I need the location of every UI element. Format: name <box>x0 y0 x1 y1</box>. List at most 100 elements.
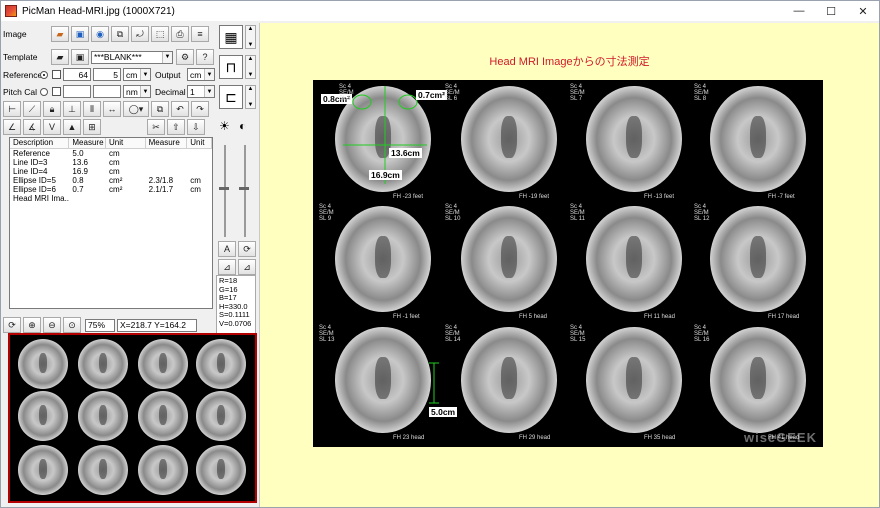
table-row[interactable]: Line ID=3 13.6 cm <box>10 158 212 167</box>
ruler-vertical-icon[interactable]: ⊏ <box>219 85 243 109</box>
fh-label: FH -1 feet <box>393 314 420 320</box>
slice-label: Sc 4 SE/M SL 5 <box>339 84 354 102</box>
ruler-h-spinner[interactable]: ▲ ▼ <box>245 55 256 79</box>
table-cell: cm² <box>109 185 123 194</box>
minimize-button[interactable]: — <box>783 1 815 21</box>
contrast-slider[interactable] <box>244 145 246 237</box>
move-down-icon[interactable]: ⇩ <box>187 119 205 135</box>
template-save-icon[interactable]: ▣ <box>71 49 89 65</box>
table-row[interactable]: Ellipse ID=5 0.8 cm² 2.3/1.8 cm <box>10 176 212 185</box>
vertical-measure-icon[interactable]: V <box>43 119 61 135</box>
text-tool-icon[interactable]: A <box>218 241 236 257</box>
picman-window: PicMan Head-MRI.jpg (1000X721) — ☐ ✕ Ima… <box>0 0 880 508</box>
color-pick2-icon[interactable]: ⊿ <box>238 259 256 275</box>
thumbnail-preview[interactable] <box>8 333 257 503</box>
grid-icon[interactable]: ▦ <box>219 25 243 49</box>
pitchcal-row: Pitch Cal nm ▼ Decimal 1 ▼ <box>3 85 215 98</box>
reference-checkbox[interactable] <box>52 70 61 79</box>
chevron-down-icon: ▼ <box>140 69 150 80</box>
reference-pixels-field[interactable]: 64 <box>63 68 91 81</box>
decimal-select[interactable]: 1 ▼ <box>187 85 215 98</box>
resize-icon[interactable]: ⬚ <box>151 26 169 42</box>
zoom-in-icon[interactable]: ⊕ <box>23 317 41 333</box>
pitchcal-unit-select[interactable]: nm ▼ <box>123 85 151 98</box>
layers-icon[interactable]: ≡ <box>191 26 209 42</box>
move-up-icon[interactable]: ⇧ <box>167 119 185 135</box>
copy-image-icon[interactable]: ⧉ <box>111 26 129 42</box>
ruler-v-spinner[interactable]: ▲ ▼ <box>245 85 256 109</box>
col-measure-2[interactable]: Measure <box>146 138 188 148</box>
polyline-icon[interactable]: ⟋ <box>23 101 41 117</box>
refresh-icon[interactable]: ⟳ <box>238 241 256 257</box>
measurement-list[interactable]: Description Measure Unit Measure Unit Re… <box>9 137 213 309</box>
save-icon[interactable]: ▣ <box>71 26 89 42</box>
open-folder-icon[interactable]: ▰ <box>51 26 69 42</box>
lock-icon[interactable]: 🔒︎ <box>43 101 61 117</box>
output-unit-select[interactable]: cm ▼ <box>187 68 215 81</box>
rotate-icon[interactable]: ⤾ <box>131 26 149 42</box>
zoom-fit-icon[interactable]: ⊙ <box>63 317 81 333</box>
close-button[interactable]: ✕ <box>847 1 879 21</box>
ellipse-tool-icon[interactable]: ◯▾ <box>123 101 149 117</box>
col-measure[interactable]: Measure <box>69 138 107 148</box>
print-icon[interactable]: ⎙ <box>171 26 189 42</box>
ellipse-6[interactable] <box>398 94 418 110</box>
window-controls: — ☐ ✕ <box>783 1 879 21</box>
reference-length-field[interactable]: 5 <box>93 68 121 81</box>
contrast-icon[interactable]: ◐ <box>239 119 246 133</box>
line-measure-icon[interactable]: ⊢ <box>3 101 21 117</box>
help-icon[interactable]: ? <box>196 49 214 65</box>
table-row[interactable]: Head MRI Ima... <box>10 194 212 203</box>
parallel-icon[interactable]: ⫴ <box>83 101 101 117</box>
table-cell <box>146 158 188 167</box>
area-icon[interactable]: ▲ <box>63 119 81 135</box>
table-row[interactable]: Line ID=4 16.9 cm <box>10 167 212 176</box>
zoom-field[interactable]: 75% <box>85 318 115 332</box>
angle-icon[interactable]: ∠ <box>3 119 21 135</box>
ellipse-5[interactable] <box>352 94 372 110</box>
reference-radio[interactable] <box>40 70 48 79</box>
brightness-slider[interactable] <box>224 145 226 237</box>
reference-row: Reference 64 5 cm ▼ Output cm ▼ <box>3 68 215 81</box>
refresh-view-icon[interactable]: ⟳ <box>3 317 21 333</box>
camera-icon[interactable]: ◉ <box>91 26 109 42</box>
fh-label: FH -19 feet <box>519 194 550 200</box>
table-row[interactable]: Ellipse ID=6 0.7 cm² 2.1/1.7 cm <box>10 185 212 194</box>
template-select[interactable]: ***BLANK*** ▼ <box>91 50 173 64</box>
col-description[interactable]: Description <box>10 138 70 148</box>
pitchcal-checkbox[interactable] <box>52 87 61 96</box>
redo-icon[interactable]: ↷ <box>191 101 209 117</box>
brightness-icon[interactable]: ☀ <box>219 119 230 133</box>
pitchcal-value-field[interactable] <box>63 85 91 98</box>
grid-measure-icon[interactable]: ⊞ <box>83 119 101 135</box>
slice-label: Sc 4 SE/M SL 7 <box>570 84 585 102</box>
angle2-icon[interactable]: ∡ <box>23 119 41 135</box>
color-pick-icon[interactable]: ⊿ <box>218 259 236 275</box>
grid-spinner[interactable]: ▲ ▼ <box>245 25 256 49</box>
col-unit-2[interactable]: Unit <box>187 138 212 148</box>
scissors-icon[interactable]: ✂ <box>147 119 165 135</box>
pixel-v: V=0.0706 <box>219 318 252 328</box>
distance-icon[interactable]: ↔ <box>103 101 121 117</box>
thumbnail-slice <box>138 445 188 495</box>
contrast-slider-thumb[interactable] <box>239 187 249 190</box>
pitchcal-radio[interactable] <box>40 87 48 96</box>
undo-icon[interactable]: ↶ <box>171 101 189 117</box>
table-row[interactable]: Reference 5.0 cm <box>10 149 212 158</box>
template-open-icon[interactable]: ▰ <box>51 49 69 65</box>
reference-unit-select[interactable]: cm ▼ <box>123 68 151 81</box>
maximize-button[interactable]: ☐ <box>815 1 847 21</box>
settings-gear-icon[interactable]: ⚙ <box>176 49 194 65</box>
mri-image[interactable]: 0.8cm² 0.7cm² 13.6cm 16.9cm 5.0cm wiseGE… <box>313 80 823 447</box>
image-canvas[interactable]: Head MRI Imageからの寸法測定 0.8cm² 0.7cm² 13.6… <box>259 23 879 507</box>
table-cell <box>106 194 146 203</box>
fh-label: FH -7 feet <box>768 194 795 200</box>
zoom-out-icon[interactable]: ⊖ <box>43 317 61 333</box>
ruler-horizontal-icon[interactable]: ⊓ <box>219 55 243 79</box>
stamp-icon[interactable]: ⊥ <box>63 101 81 117</box>
pitchcal-pitch-field[interactable] <box>93 85 121 98</box>
col-unit[interactable]: Unit <box>106 138 146 148</box>
copy-icon[interactable]: ⧉ <box>151 101 169 117</box>
brightness-slider-thumb[interactable] <box>219 187 229 190</box>
slice-label: Sc 4 SE/M SL 11 <box>570 204 586 222</box>
